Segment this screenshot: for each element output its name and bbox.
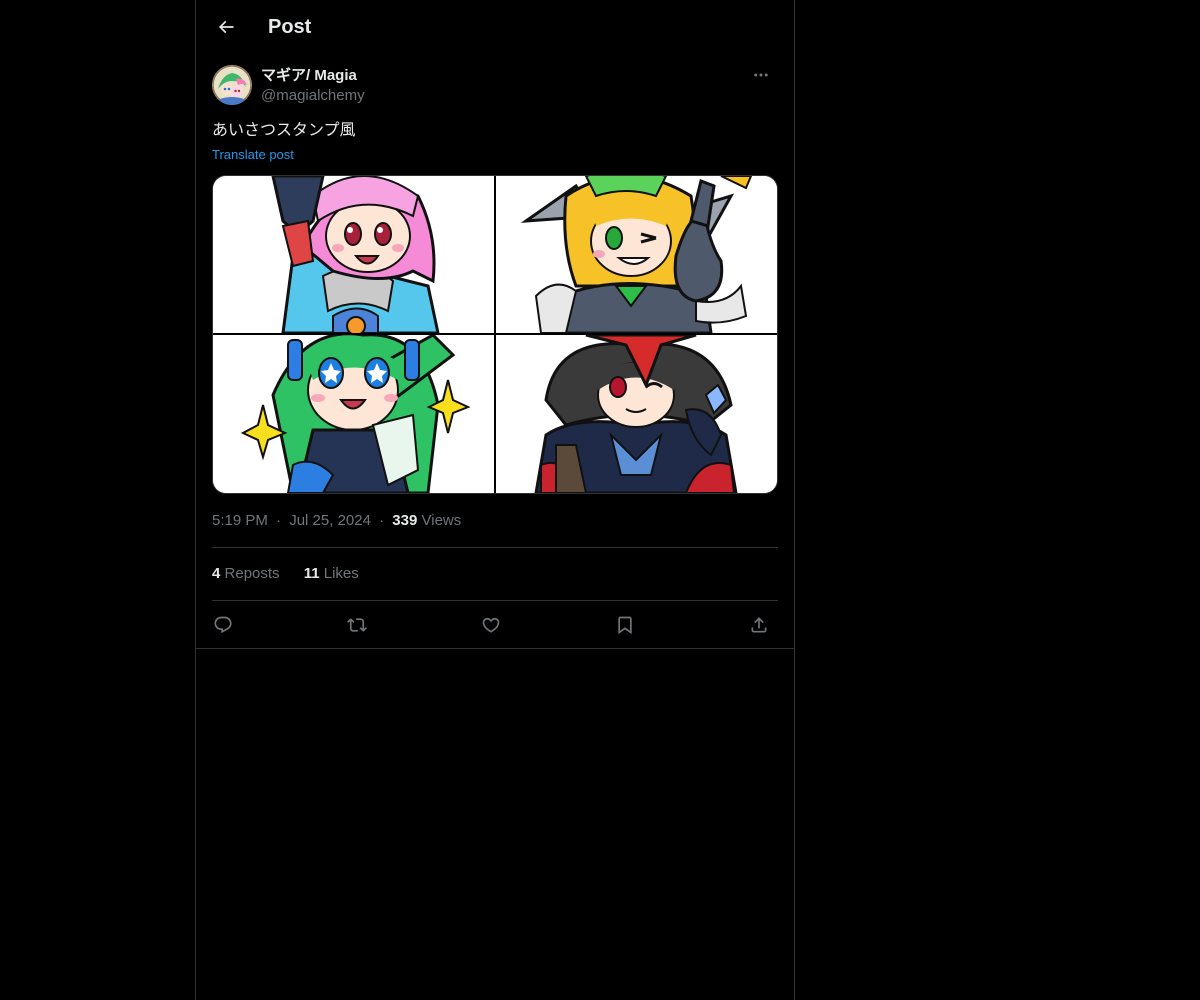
reposts-stat[interactable]: 4 Reposts xyxy=(212,565,280,582)
like-button[interactable] xyxy=(474,608,508,642)
post-meta: 5:19 PM · Jul 25, 2024 · 339 Views xyxy=(212,511,461,531)
post-media-grid xyxy=(212,175,778,494)
post-text: あいさつスタンプ風 xyxy=(212,122,356,139)
like-icon xyxy=(482,617,500,633)
divider xyxy=(196,648,794,649)
likes-label: Likes xyxy=(323,565,359,582)
views-label: Views xyxy=(421,512,462,529)
repost-icon xyxy=(347,618,367,632)
arrow-left-icon xyxy=(218,20,234,34)
share-icon xyxy=(751,617,767,633)
more-options-button[interactable] xyxy=(744,64,778,86)
page-title: Post xyxy=(268,16,312,38)
divider xyxy=(212,600,778,601)
bookmark-icon xyxy=(618,616,632,635)
post-header: Post xyxy=(196,0,794,54)
reply-button[interactable] xyxy=(206,608,240,642)
reposts-label: Reposts xyxy=(224,565,280,582)
more-horizontal-icon xyxy=(754,73,768,77)
post-author: マギア/ Magia @magialchemy xyxy=(212,64,778,108)
post-time[interactable]: 5:19 PM xyxy=(212,512,268,529)
media-image-4[interactable] xyxy=(496,335,777,493)
divider xyxy=(212,547,778,548)
likes-count: 11 xyxy=(303,565,320,582)
media-image-1[interactable] xyxy=(213,176,494,333)
avatar[interactable] xyxy=(212,65,252,105)
post-column: Post マギア/ Magia @magialchemy あいさつスタンプ風 T… xyxy=(195,0,795,1000)
share-button[interactable] xyxy=(742,608,776,642)
back-button[interactable] xyxy=(208,9,244,45)
author-display-name[interactable]: マギア/ Magia xyxy=(261,66,357,86)
reply-icon xyxy=(214,616,232,634)
media-image-3[interactable] xyxy=(213,335,494,493)
translate-post-link[interactable]: Translate post xyxy=(212,146,294,164)
author-handle[interactable]: @magialchemy xyxy=(261,86,365,106)
bookmark-button[interactable] xyxy=(608,608,642,642)
views-count: 339 xyxy=(392,512,418,529)
likes-stat[interactable]: 11 Likes xyxy=(304,565,359,582)
post-stats: 4 Reposts 11 Likes xyxy=(212,564,379,584)
repost-button[interactable] xyxy=(340,608,374,642)
meta-separator: · xyxy=(379,512,385,529)
post-date[interactable]: Jul 25, 2024 xyxy=(289,512,371,529)
media-image-2[interactable] xyxy=(496,176,777,333)
meta-separator: · xyxy=(276,512,282,529)
reposts-count: 4 xyxy=(212,565,221,582)
post-actions xyxy=(212,608,778,642)
